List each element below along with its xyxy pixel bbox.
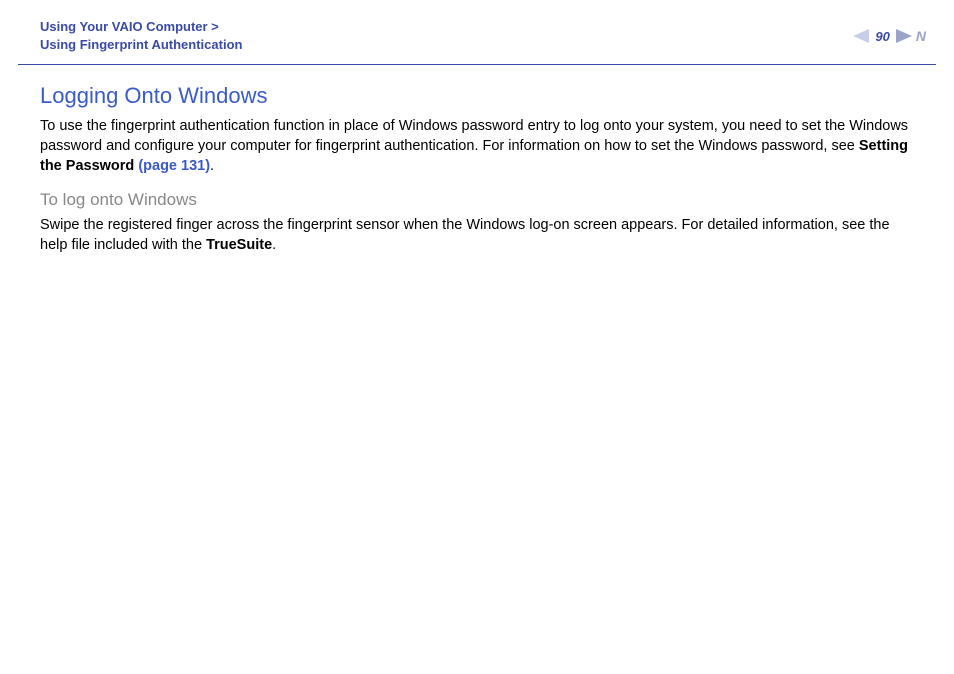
paragraph-1: To use the fingerprint authentication fu… [40,117,914,176]
section-title: Logging Onto Windows [40,83,914,109]
paragraph-2: Swipe the registered finger across the f… [40,216,914,255]
page-content: Logging Onto Windows To use the fingerpr… [0,65,954,255]
sub-section-title: To log onto Windows [40,190,914,210]
breadcrumb: Using Your VAIO Computer > Using Fingerp… [40,18,242,54]
breadcrumb-line-2[interactable]: Using Fingerprint Authentication [40,36,242,54]
breadcrumb-line-1[interactable]: Using Your VAIO Computer > [40,18,242,36]
para1-end: . [210,158,214,174]
page-navigation: 90 N [853,28,926,44]
page-reference-link[interactable]: (page 131) [138,158,210,174]
page-number: 90 [875,29,889,44]
prev-page-icon[interactable] [853,29,869,43]
n-indicator: N [916,28,926,44]
page-header: Using Your VAIO Computer > Using Fingerp… [0,0,954,64]
para1-text: To use the fingerprint authentication fu… [40,118,908,154]
para2-text: Swipe the registered finger across the f… [40,217,890,253]
para2-bold: TrueSuite [206,237,272,253]
next-page-icon[interactable] [896,29,912,43]
para2-end: . [272,237,276,253]
